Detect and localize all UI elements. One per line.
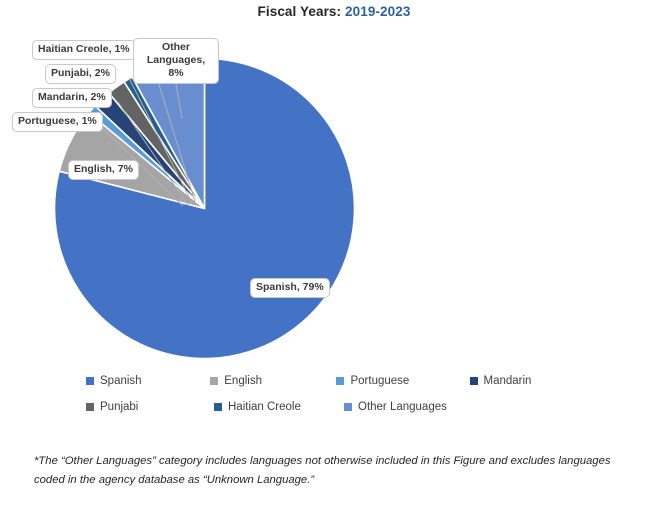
data-label-haitian-creole: Haitian Creole, 1% — [32, 40, 136, 60]
data-label-english: English, 7% — [68, 160, 139, 180]
legend-item-portuguese[interactable]: Portuguese — [336, 375, 469, 387]
legend-swatch-other-languages — [344, 403, 352, 411]
chart-title-years: 2019-2023 — [345, 4, 411, 19]
legend-label-portuguese: Portuguese — [350, 375, 410, 387]
legend-label-spanish: Spanish — [100, 375, 142, 387]
legend-swatch-spanish — [86, 377, 94, 385]
legend-item-mandarin[interactable]: Mandarin — [469, 375, 587, 387]
legend-label-mandarin: Mandarin — [483, 375, 532, 387]
legend-row-1: Spanish English Portuguese Mandarin — [86, 368, 586, 394]
legend-row-2: Punjabi Haitian Creole Other Languages — [86, 394, 586, 420]
legend-label-punjabi: Punjabi — [100, 401, 139, 413]
chart-title: Fiscal Years: 2019-2023 — [0, 4, 668, 19]
pie-chart-figure: Fiscal Years: 2019-2023 Haitian Creole, … — [0, 0, 668, 522]
legend-swatch-portuguese — [336, 377, 345, 385]
legend-label-haitian-creole: Haitian Creole — [228, 401, 301, 413]
chart-footnote: *The “Other Languages” category includes… — [34, 455, 611, 486]
data-label-mandarin: Mandarin, 2% — [32, 88, 112, 108]
legend-swatch-haitian-creole — [214, 403, 222, 411]
chart-title-main: Fiscal Years: — [257, 4, 342, 19]
legend-swatch-english — [210, 377, 219, 385]
legend-label-other-languages: Other Languages — [358, 401, 447, 413]
chart-legend: Spanish English Portuguese Mandarin Punj… — [86, 368, 586, 420]
legend-swatch-mandarin — [469, 377, 478, 385]
data-label-other-languages: Other Languages, 8% — [133, 38, 219, 84]
legend-swatch-punjabi — [86, 403, 94, 411]
data-label-punjabi: Punjabi, 2% — [45, 64, 116, 84]
data-label-portuguese: Portuguese, 1% — [12, 112, 103, 132]
legend-item-haitian-creole[interactable]: Haitian Creole — [214, 401, 344, 413]
legend-label-english: English — [224, 375, 262, 387]
legend-item-punjabi[interactable]: Punjabi — [86, 401, 214, 413]
legend-item-other-languages[interactable]: Other Languages — [344, 401, 481, 413]
data-label-spanish: Spanish, 79% — [250, 278, 330, 298]
legend-item-english[interactable]: English — [210, 375, 336, 387]
legend-item-spanish[interactable]: Spanish — [86, 375, 210, 387]
